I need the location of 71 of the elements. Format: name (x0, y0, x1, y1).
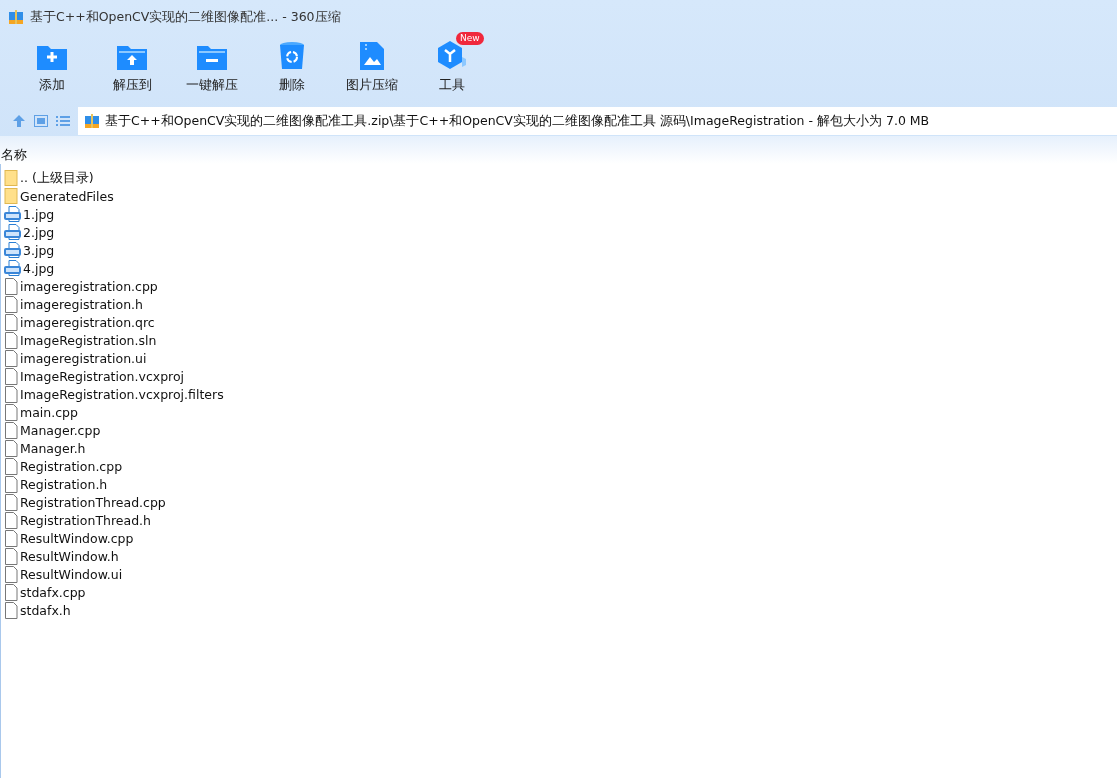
file-icon (4, 583, 18, 601)
file-icon (4, 511, 18, 529)
file-name[interactable]: imageregistration.cpp (20, 278, 158, 294)
address-field[interactable]: 基于C++和OpenCV实现的二维图像配准工具.zip\基于C++和OpenCV实现的二维图像配准工具 源码\ImageRegistration - 解包大小为 7.0 MB (78, 107, 1117, 135)
file-icon (4, 421, 18, 439)
file-icon (4, 313, 18, 331)
folder-icon (4, 170, 18, 186)
file-name[interactable]: 4.jpg (23, 260, 55, 276)
file-name[interactable]: ImageRegistration.vcxproj (20, 368, 185, 384)
archive-icon (8, 9, 24, 25)
file-icon (4, 277, 18, 295)
file-icon (4, 331, 18, 349)
file-name[interactable]: Registration.cpp (20, 458, 123, 474)
file-name[interactable]: GeneratedFiles (20, 188, 114, 204)
file-icon (4, 565, 18, 583)
file-name[interactable]: RegistrationThread.cpp (20, 494, 166, 510)
toolbar-button[interactable]: New 工具 (412, 34, 492, 100)
file-name[interactable]: imageregistration.qrc (20, 314, 155, 330)
new-badge: New (456, 32, 484, 45)
toolbar-button[interactable]: 解压到 (92, 34, 172, 100)
file-name[interactable]: ResultWindow.ui (20, 566, 123, 582)
up-arrow-icon[interactable] (12, 114, 26, 128)
file-name[interactable]: 2.jpg (23, 224, 55, 240)
file-name[interactable]: Manager.h (20, 440, 86, 456)
file-icon (4, 457, 18, 475)
file-icon (4, 385, 18, 403)
file-name[interactable]: imageregistration.ui (20, 350, 147, 366)
folder-icon (4, 188, 18, 204)
file-icon (4, 493, 18, 511)
file-icon (4, 601, 18, 619)
file-name[interactable]: Manager.cpp (20, 422, 101, 438)
file-name[interactable]: stdafx.h (20, 602, 71, 618)
hexagon-tool-icon (436, 39, 468, 71)
file-name[interactable]: 1.jpg (23, 206, 55, 222)
file-name[interactable]: ResultWindow.h (20, 548, 119, 564)
file-name[interactable]: .. (上级目录) (20, 169, 94, 187)
column-header[interactable]: 名称 (1, 147, 27, 164)
file-name[interactable]: Registration.h (20, 476, 108, 492)
file-icon (4, 349, 18, 367)
window-title: 基于C++和OpenCV实现的二维图像配准... - 360压缩 (30, 8, 341, 26)
toolbar-button[interactable]: 一键解压 (172, 34, 252, 100)
file-name[interactable]: ImageRegistration.vcxproj.filters (20, 386, 224, 402)
toolbar-button[interactable]: 添加 (12, 34, 92, 100)
image-file-icon (4, 206, 21, 222)
image-file-icon (359, 41, 385, 71)
file-icon (4, 529, 18, 547)
folder-upload-icon (116, 43, 148, 71)
recycle-bin-icon (279, 41, 305, 71)
file-icon (4, 439, 18, 457)
file-name[interactable]: RegistrationThread.h (20, 512, 151, 528)
file-icon (4, 403, 18, 421)
window-icon[interactable] (34, 115, 48, 127)
folder-plus-icon (36, 43, 68, 71)
file-name[interactable]: 3.jpg (23, 242, 55, 258)
image-file-icon (4, 224, 21, 240)
image-file-icon (4, 242, 21, 258)
file-name[interactable]: imageregistration.h (20, 296, 143, 312)
file-name[interactable]: ImageRegistration.sln (20, 332, 157, 348)
file-name[interactable]: main.cpp (20, 404, 78, 420)
file-icon (4, 547, 18, 565)
file-icon (4, 367, 18, 385)
toolbar-button[interactable]: 删除 (252, 34, 332, 100)
list-view-icon[interactable] (56, 115, 70, 127)
archive-icon (84, 113, 100, 129)
image-file-icon (4, 260, 21, 276)
folder-minus-icon (196, 43, 228, 71)
toolbar-button[interactable]: 图片压缩 (332, 34, 412, 100)
file-name[interactable]: ResultWindow.cpp (20, 530, 134, 546)
file-name[interactable]: stdafx.cpp (20, 584, 86, 600)
file-icon (4, 475, 18, 493)
file-icon (4, 295, 18, 313)
